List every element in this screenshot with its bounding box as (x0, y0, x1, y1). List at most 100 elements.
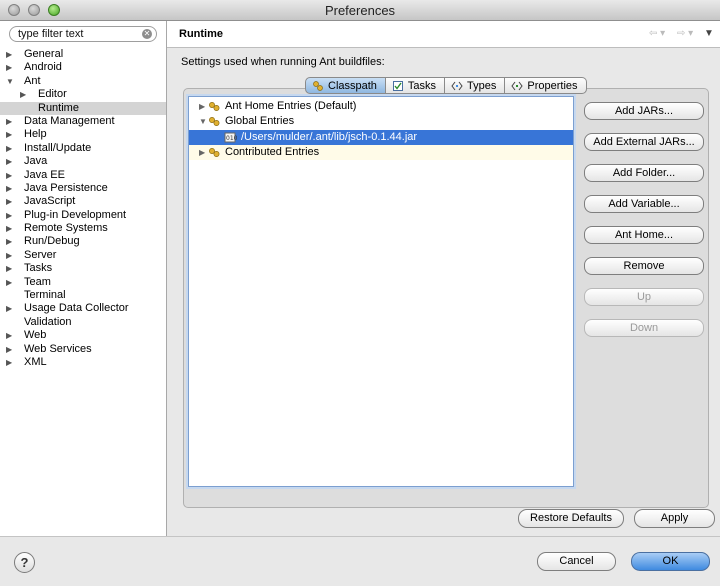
tree-item-android[interactable]: ▶ Android (0, 61, 166, 74)
add-external-jars-button[interactable]: Add External JARs... (584, 133, 704, 151)
collapsed-arrow-icon[interactable]: ▶ (6, 182, 14, 195)
tab-classpath[interactable]: Classpath (305, 77, 386, 94)
tree-item-run-debug[interactable]: ▶ Run/Debug (0, 235, 166, 248)
tree-item-xml[interactable]: ▶ XML (0, 356, 166, 369)
tree-item-editor[interactable]: ▶ Editor (0, 88, 166, 101)
apply-button[interactable]: Apply (634, 509, 715, 528)
clear-filter-icon[interactable]: ✕ (142, 29, 152, 39)
collapsed-arrow-icon[interactable]: ▶ (6, 155, 14, 168)
filter-input[interactable]: type filter text ✕ (9, 26, 157, 42)
add-variable-button[interactable]: Add Variable... (584, 195, 704, 213)
classpath-entries-list[interactable]: ▶ Ant Home Entries (Default) ▼ Global Entri… (188, 96, 574, 487)
classpath-entry[interactable]: ▼ Global Entries (189, 114, 573, 129)
tree-item-tasks[interactable]: ▶ Tasks (0, 262, 166, 275)
title-bar: Preferences (0, 0, 720, 21)
tree-item-plug-in-development[interactable]: ▶ Plug-in Development (0, 209, 166, 222)
collapsed-arrow-icon[interactable]: ▶ (6, 222, 14, 235)
classpath-icon (313, 80, 323, 91)
tree-item-validation[interactable]: Validation (0, 316, 166, 329)
tree-item-general[interactable]: ▶ General (0, 48, 166, 61)
expanded-arrow-icon[interactable]: ▼ (6, 75, 14, 88)
ant-home-button[interactable]: Ant Home... (584, 226, 704, 244)
tree-item-data-management[interactable]: ▶ Data Management (0, 115, 166, 128)
ok-button[interactable]: OK (631, 552, 710, 571)
classpath-folder-icon (209, 117, 220, 127)
tree-item-java-ee[interactable]: ▶ Java EE (0, 169, 166, 182)
collapsed-arrow-icon[interactable]: ▶ (6, 169, 14, 182)
page-title: Runtime (179, 28, 223, 40)
restore-defaults-button[interactable]: Restore Defaults (518, 509, 624, 528)
collapsed-arrow-icon[interactable]: ▶ (6, 142, 14, 155)
cancel-button[interactable]: Cancel (537, 552, 616, 571)
tree-item-label: Validation (24, 315, 72, 328)
collapsed-arrow-icon[interactable]: ▶ (6, 235, 14, 248)
classpath-entry-label: /Users/mulder/.ant/lib/jsch-0.1.44.jar (241, 130, 418, 143)
collapsed-arrow-icon[interactable]: ▶ (6, 128, 14, 141)
collapsed-arrow-icon[interactable]: ▶ (199, 99, 205, 114)
tree-item-team[interactable]: ▶ Team (0, 276, 166, 289)
collapsed-arrow-icon[interactable]: ▶ (6, 209, 14, 222)
tab-properties[interactable]: Properties (505, 77, 587, 94)
classpath-folder-icon (209, 102, 220, 111)
collapsed-arrow-icon[interactable]: ▶ (6, 356, 14, 369)
tree-item-usage-data-collector[interactable]: ▶ Usage Data Collector (0, 302, 166, 315)
back-arrow-icon[interactable]: ⇦ ▾ (649, 28, 665, 39)
tree-item-label: Remote Systems (24, 222, 108, 235)
filter-placeholder: type filter text (18, 28, 84, 40)
preference-page: Runtime ⇦ ▾ ⇨ ▾ ▼ Settings used when run… (167, 21, 720, 536)
view-menu-icon[interactable]: ▼ (704, 28, 714, 39)
tree-item-javascript[interactable]: ▶ JavaScript (0, 195, 166, 208)
classpath-entry[interactable]: ▶ Contributed Entries (189, 145, 573, 161)
tree-item-remote-systems[interactable]: ▶ Remote Systems (0, 222, 166, 235)
tree-item-java[interactable]: ▶ Java (0, 155, 166, 168)
help-icon[interactable]: ? (14, 552, 35, 573)
tree-item-terminal[interactable]: Terminal (0, 289, 166, 302)
collapsed-arrow-icon[interactable]: ▶ (6, 343, 14, 356)
collapsed-arrow-icon[interactable]: ▶ (6, 195, 14, 208)
tree-item-label: Plug-in Development (24, 208, 127, 221)
classpath-entry[interactable]: 010/Users/mulder/.ant/lib/jsch-0.1.44.ja… (189, 129, 573, 145)
collapsed-arrow-icon[interactable]: ▶ (6, 115, 14, 128)
forward-arrow-icon[interactable]: ⇨ ▾ (677, 28, 693, 39)
tree-item-label: General (24, 48, 64, 60)
tree-item-label: Terminal (24, 289, 66, 302)
collapsed-arrow-icon[interactable]: ▶ (20, 88, 28, 101)
tab-tasks-label: Tasks (407, 79, 437, 92)
collapsed-arrow-icon[interactable]: ▶ (6, 61, 14, 74)
tree-item-runtime[interactable]: Runtime (0, 101, 166, 115)
collapsed-arrow-icon[interactable]: ▶ (6, 249, 14, 262)
collapsed-arrow-icon[interactable]: ▶ (6, 302, 14, 315)
tree-item-help[interactable]: ▶ Help (0, 128, 166, 141)
tree-item-ant[interactable]: ▼ Ant (0, 75, 166, 88)
tree-item-install-update[interactable]: ▶ Install/Update (0, 142, 166, 155)
tree-item-label: Web (24, 329, 47, 342)
collapsed-arrow-icon[interactable]: ▶ (6, 48, 14, 61)
dialog-button-bar: ? Cancel OK (0, 536, 720, 586)
up-button[interactable]: Up (584, 288, 704, 306)
classpath-entry[interactable]: ▶ Ant Home Entries (Default) (189, 99, 573, 114)
tree-item-label: Runtime (38, 101, 79, 114)
tab-types[interactable]: Types (445, 77, 506, 94)
remove-button[interactable]: Remove (584, 257, 704, 275)
tree-item-web[interactable]: ▶ Web (0, 329, 166, 342)
classpath-entry-label: Ant Home Entries (Default) (225, 100, 357, 112)
down-button[interactable]: Down (584, 319, 704, 337)
tab-tasks[interactable]: Tasks (385, 77, 446, 94)
tree-item-label: Team (24, 275, 51, 288)
collapsed-arrow-icon[interactable]: ▶ (199, 145, 205, 160)
tree-item-web-services[interactable]: ▶ Web Services (0, 343, 166, 356)
tree-item-label: Server (24, 248, 57, 261)
expanded-arrow-icon[interactable]: ▼ (199, 114, 207, 129)
add-jars-button[interactable]: Add JARs... (584, 102, 704, 120)
tab-bar: Classpath Tasks Types Properties (305, 77, 587, 94)
tree-item-label: Web Services (24, 342, 92, 355)
tab-properties-label: Properties (527, 79, 578, 92)
collapsed-arrow-icon[interactable]: ▶ (6, 276, 14, 289)
tree-item-java-persistence[interactable]: ▶ Java Persistence (0, 182, 166, 195)
tree-item-server[interactable]: ▶ Server (0, 249, 166, 262)
add-folder-button[interactable]: Add Folder... (584, 164, 704, 182)
tree-item-label: Help (24, 128, 47, 141)
collapsed-arrow-icon[interactable]: ▶ (6, 262, 14, 275)
tree-item-label: Android (24, 61, 62, 74)
collapsed-arrow-icon[interactable]: ▶ (6, 329, 14, 342)
